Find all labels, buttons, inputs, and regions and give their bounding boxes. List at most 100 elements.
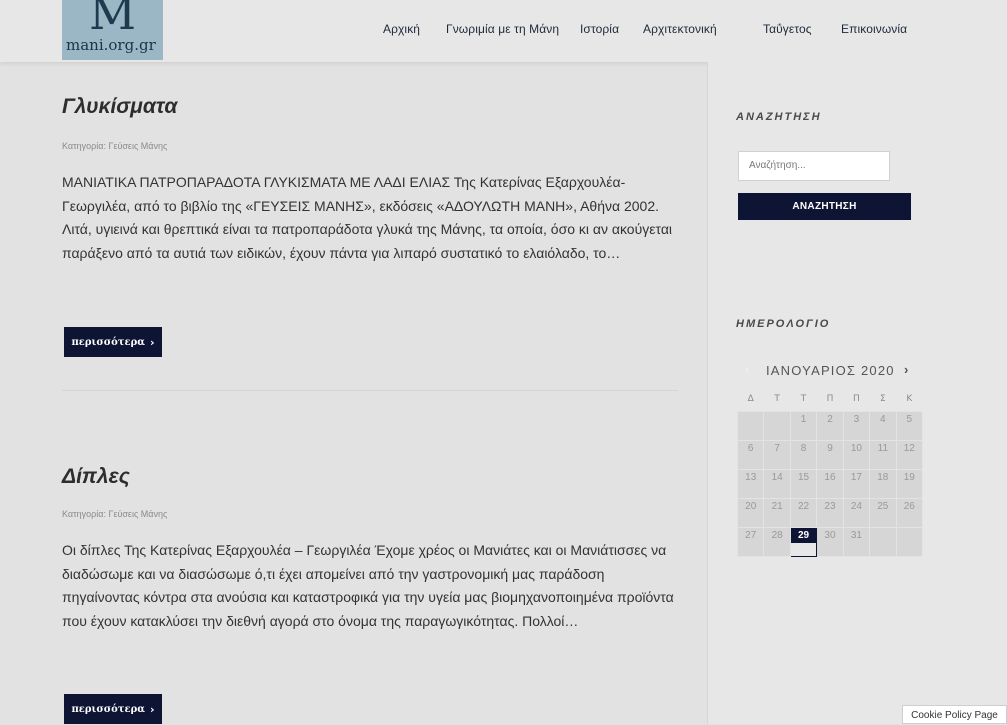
- calendar-day[interactable]: 18: [869, 469, 897, 499]
- search-button[interactable]: ΑΝΑΖΗΤΗΣΗ: [738, 193, 911, 220]
- calendar-day-number: 16: [824, 472, 836, 483]
- calendar-day-number: 13: [745, 472, 757, 483]
- calendar-day[interactable]: 9: [816, 440, 844, 470]
- post-category[interactable]: Κατηγορία: Γεύσεις Μάνης: [62, 141, 167, 151]
- calendar-day[interactable]: 8: [789, 440, 818, 470]
- calendar-weekday: Δ: [747, 394, 754, 404]
- nav-item-taygetos[interactable]: Ταΰγετος: [763, 22, 812, 36]
- calendar-day[interactable]: 5: [895, 411, 924, 441]
- calendar-day[interactable]: 2: [816, 411, 844, 441]
- post-title[interactable]: Γλυκίσματα: [62, 95, 177, 119]
- calendar-day[interactable]: 26: [895, 498, 924, 528]
- calendar-day-number: 1: [800, 414, 807, 425]
- calendar-day[interactable]: 21: [763, 498, 791, 528]
- calendar-day-number: 21: [771, 501, 783, 512]
- calendar-weekday: Τ: [774, 394, 780, 404]
- calendar-weekday: Κ: [906, 394, 913, 404]
- calendar-week: 27 28 29 30 31: [736, 527, 924, 557]
- calendar-day[interactable]: 13: [736, 469, 765, 499]
- calendar-day-number: 10: [850, 443, 862, 454]
- calendar-day-number: 27: [745, 530, 757, 541]
- post-excerpt: ΜΑΝΙΑΤΙΚΑ ΠΑΤΡΟΠΑΡΑΔΟΤΑ ΓΛΥΚΙΣΜΑΤΑ ΜΕ ΛΑ…: [62, 174, 673, 261]
- calendar-grid: ΔΤΤΠΠΣΚ 1 2 3 4 5 6 7 8 9 10 11 12 13 14 15 16 17 18 19 20 2…: [736, 387, 924, 557]
- main-nav: Αρχική Γνωριμία με τη Μάνη Ιστορία Αρχιτ…: [0, 22, 1007, 42]
- calendar-day[interactable]: 1: [789, 411, 818, 441]
- post-title[interactable]: Δίπλες: [62, 465, 130, 489]
- calendar-day[interactable]: 6: [736, 440, 765, 470]
- nav-item-history[interactable]: Ιστορία: [580, 22, 619, 36]
- calendar-day[interactable]: 3: [842, 411, 871, 441]
- calendar-day[interactable]: 15: [789, 469, 818, 499]
- nav-item-architecture[interactable]: Αρχιτεκτονική: [643, 22, 717, 36]
- calendar-day-number: 9: [827, 443, 833, 454]
- calendar-caption: ΙΑΝΟΥΑΡΙΟΣ 2020: [766, 363, 895, 378]
- calendar-day-number: 29: [790, 528, 817, 543]
- calendar-day-number: 31: [850, 530, 862, 541]
- calendar-day[interactable]: 25: [869, 498, 897, 528]
- calendar-day[interactable]: 12: [895, 440, 924, 470]
- calendar-day[interactable]: 24: [842, 498, 871, 528]
- calendar-weekdays: ΔΤΤΠΠΣΚ: [738, 387, 923, 412]
- read-more-button[interactable]: περισσότερα ›: [64, 327, 162, 357]
- read-more-label: περισσότερα: [71, 703, 145, 715]
- calendar-day-number: 3: [853, 414, 860, 425]
- calendar-day-number: 2: [827, 414, 833, 425]
- calendar-day-number: 19: [903, 472, 915, 483]
- calendar-widget-title: ΗΜΕΡΟΛΟΓΙΟ: [736, 318, 831, 330]
- calendar-day[interactable]: 10: [842, 440, 871, 470]
- calendar-day[interactable]: 19: [895, 469, 924, 499]
- calendar-empty-cell: [895, 527, 924, 557]
- calendar-weekday: Π: [853, 394, 860, 404]
- calendar-today[interactable]: 29: [789, 527, 818, 557]
- cookie-policy-link[interactable]: Cookie Policy Page: [902, 705, 1007, 724]
- calendar-weekday: Τ: [800, 394, 807, 404]
- calendar-day[interactable]: 14: [763, 469, 791, 499]
- nav-item-about-mani[interactable]: Γνωριμία με τη Μάνη: [446, 22, 559, 36]
- post-excerpt: Οι δίπλες Της Κατερίνας Εξαρχουλέα – Γεω…: [62, 542, 674, 629]
- calendar-week: 13 14 15 16 17 18 19: [736, 469, 924, 499]
- calendar: ‹ ΙΑΝΟΥΑΡΙΟΣ 2020 › ΔΤΤΠΠΣΚ 1 2 3 4 5 6 7 8 9 10 1…: [736, 354, 924, 557]
- calendar-day[interactable]: 11: [869, 440, 897, 470]
- calendar-day-number: 4: [880, 414, 886, 425]
- calendar-day[interactable]: 16: [816, 469, 844, 499]
- calendar-day-number: 20: [745, 501, 757, 512]
- calendar-day-number: 26: [903, 501, 915, 512]
- calendar-day-number: 11: [877, 443, 889, 454]
- calendar-day[interactable]: 31: [842, 527, 871, 557]
- search-widget-title: ΑΝΑΖΗΤΗΣΗ: [736, 111, 822, 123]
- calendar-day[interactable]: 22: [789, 498, 818, 528]
- calendar-day[interactable]: 23: [816, 498, 844, 528]
- calendar-week: 20 21 22 23 24 25 26: [736, 498, 924, 528]
- search-input[interactable]: Αναζήτηση...: [738, 151, 890, 181]
- chevron-right-icon: ›: [149, 335, 155, 349]
- calendar-body: 1 2 3 4 5 6 7 8 9 10 11 12 13 14 15 16 17 18 19 20 21 22 23 24 2…: [736, 411, 924, 557]
- calendar-weekday: Π: [826, 394, 834, 404]
- calendar-day[interactable]: 30: [816, 527, 844, 557]
- chevron-left-icon[interactable]: ‹: [745, 362, 749, 377]
- chevron-right-icon[interactable]: ›: [904, 362, 908, 377]
- calendar-day-number: 18: [877, 472, 889, 483]
- calendar-day-number: 6: [747, 443, 754, 454]
- calendar-day-number: 22: [797, 501, 810, 512]
- calendar-empty-cell: [869, 527, 897, 557]
- read-more-label: περισσότερα: [71, 336, 145, 348]
- calendar-day-number: 28: [771, 530, 783, 541]
- calendar-day[interactable]: 17: [842, 469, 871, 499]
- calendar-day-number: 5: [906, 414, 913, 425]
- calendar-empty-cell: [736, 411, 765, 441]
- read-more-button[interactable]: περισσότερα ›: [64, 694, 162, 724]
- calendar-day[interactable]: 20: [736, 498, 765, 528]
- calendar-day-number: 24: [850, 501, 862, 512]
- calendar-day[interactable]: 28: [763, 527, 791, 557]
- calendar-day-number: 23: [824, 501, 836, 512]
- calendar-day[interactable]: 7: [763, 440, 791, 470]
- nav-item-home[interactable]: Αρχική: [383, 22, 420, 36]
- calendar-day-number: 14: [771, 472, 783, 483]
- nav-item-contact[interactable]: Επικοινωνία: [841, 22, 907, 36]
- calendar-day[interactable]: 27: [736, 527, 765, 557]
- calendar-day-number: 30: [824, 530, 836, 541]
- calendar-day[interactable]: 4: [869, 411, 897, 441]
- calendar-week: 1 2 3 4 5: [736, 411, 924, 441]
- calendar-weekday: Σ: [879, 394, 886, 404]
- post-category[interactable]: Κατηγορία: Γεύσεις Μάνης: [62, 509, 167, 519]
